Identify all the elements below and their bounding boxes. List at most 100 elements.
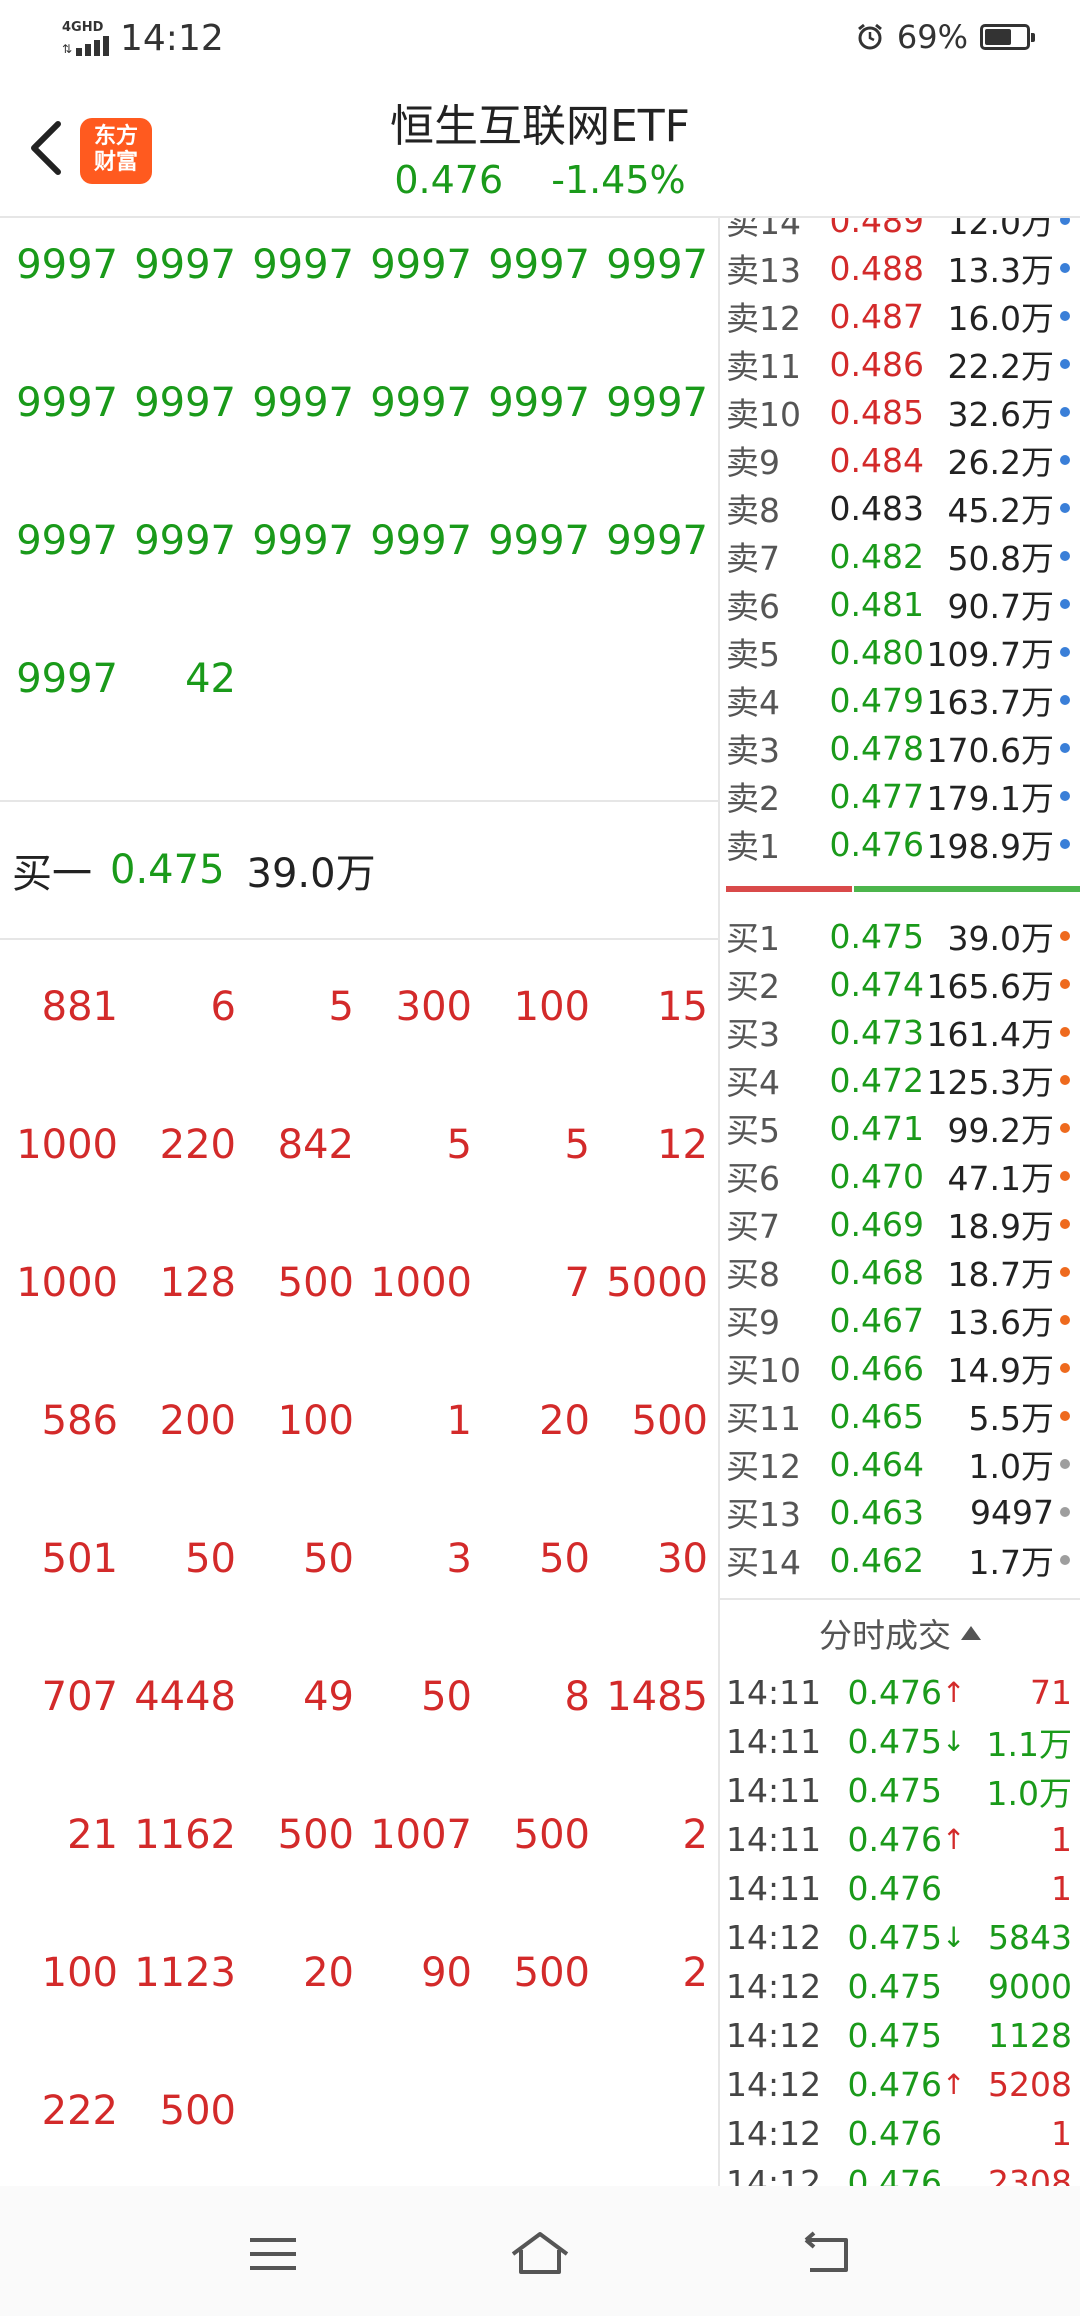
bid-level-row[interactable]: 买4 0.472 125.3万 — [720, 1056, 1080, 1104]
status-right: 69% — [855, 18, 1035, 56]
bid-level-price: 0.473 — [829, 1012, 924, 1052]
ask-level-row[interactable]: 卖14 0.489 12.0万 — [720, 218, 1080, 244]
dot-icon — [1060, 503, 1070, 513]
ask-level-volume: 32.6万 — [947, 395, 1054, 434]
tick-time: 14:12 — [726, 2163, 822, 2186]
trade-queue-panel[interactable]: 9997 9997 9997 9997 9997 9997 9997 9997 9997 9997… — [0, 218, 720, 2186]
tick-price: 0.476 — [847, 1820, 942, 1859]
ask-level-price: 0.483 — [829, 488, 924, 528]
queue-cell: 1000 — [16, 1122, 118, 1168]
queue-cell: 9997 — [370, 242, 472, 288]
dot-icon — [1060, 1171, 1070, 1181]
queue-row: 21 1162 500 1007 500 2 — [0, 1766, 718, 1904]
network-type: 4GHD — [62, 19, 104, 35]
queue-cell: 5 — [328, 984, 354, 1030]
queue-row: 586 200 100 1 20 500 — [0, 1352, 718, 1490]
ask-level-row[interactable]: 卖8 0.483 45.2万 — [720, 484, 1080, 532]
dot-icon — [1060, 407, 1070, 417]
bid-level-row[interactable]: 买2 0.474 165.6万 — [720, 960, 1080, 1008]
queue-cell: 21 — [67, 1812, 118, 1858]
ask-level-row[interactable]: 卖2 0.477 179.1万 — [720, 772, 1080, 820]
best-bid-volume: 39.0万 — [246, 851, 376, 897]
bid-level-price: 0.471 — [829, 1108, 924, 1148]
queue-cell: 9997 — [16, 518, 118, 564]
dot-icon — [1060, 1315, 1070, 1325]
triangle-up-icon — [961, 1626, 981, 1640]
bid-level-price: 0.470 — [829, 1156, 924, 1196]
bid-level-row[interactable]: 买1 0.475 39.0万 — [720, 912, 1080, 960]
dot-icon — [1060, 931, 1070, 941]
bid-level-volume: 14.9万 — [947, 1351, 1054, 1390]
bid-level-row[interactable]: 买10 0.466 14.9万 — [720, 1344, 1080, 1392]
order-book-panel[interactable]: 卖14 0.489 12.0万 卖13 0.488 13.3万 卖12 0.487 16.0万卖… — [720, 218, 1080, 2186]
menu-button[interactable] — [238, 2224, 308, 2284]
bid-level-row[interactable]: 买13 0.463 9497 — [720, 1488, 1080, 1536]
queue-cell: 501 — [41, 1536, 118, 1582]
ask-level-row[interactable]: 卖5 0.480 109.7万 — [720, 628, 1080, 676]
dot-icon — [1060, 218, 1070, 225]
ask-level-label: 卖4 — [726, 683, 780, 722]
bid-level-row[interactable]: 买12 0.464 1.0万 — [720, 1440, 1080, 1488]
tick-price: 0.475 — [847, 1967, 942, 2006]
ask-levels: 卖14 0.489 12.0万 卖13 0.488 13.3万 卖12 0.487 16.0万卖… — [720, 218, 1080, 868]
bid-level-volume: 125.3万 — [926, 1063, 1054, 1102]
bid-level-row[interactable]: 买6 0.470 47.1万 — [720, 1152, 1080, 1200]
bid-level-row[interactable]: 买7 0.469 18.9万 — [720, 1200, 1080, 1248]
ask-level-price: 0.480 — [829, 632, 924, 672]
queue-cell: 222 — [41, 2088, 118, 2134]
queue-cell: 500 — [277, 1812, 354, 1858]
tick-price: 0.475 — [847, 1722, 942, 1761]
tick-trades-header[interactable]: 分时成交 — [720, 1598, 1080, 1666]
tick-volume: 1.0万 — [986, 1773, 1072, 1813]
bid-level-row[interactable]: 买14 0.462 1.7万 — [720, 1536, 1080, 1584]
tick-price: 0.476 — [847, 1673, 942, 1712]
ask-level-price: 0.488 — [829, 248, 924, 288]
ask-level-row[interactable]: 卖11 0.486 22.2万 — [720, 340, 1080, 388]
ask-level-row[interactable]: 卖7 0.482 50.8万 — [720, 532, 1080, 580]
dot-icon — [1060, 743, 1070, 753]
back-nav-button[interactable] — [790, 2224, 860, 2284]
ask-level-row[interactable]: 卖3 0.478 170.6万 — [720, 724, 1080, 772]
ask-level-volume: 170.6万 — [926, 731, 1054, 770]
ask-level-row[interactable]: 卖10 0.485 32.6万 — [720, 388, 1080, 436]
queue-cell: 8 — [564, 1674, 590, 1720]
ask-level-row[interactable]: 卖6 0.481 90.7万 — [720, 580, 1080, 628]
bid-level-label: 买11 — [726, 1399, 801, 1438]
bid-level-price: 0.463 — [829, 1492, 924, 1532]
ask-level-volume: 12.0万 — [947, 218, 1054, 242]
bid-level-volume: 165.6万 — [926, 967, 1054, 1006]
ask-level-price: 0.484 — [829, 440, 924, 480]
ask-level-label: 卖10 — [726, 395, 801, 434]
bid-level-row[interactable]: 买9 0.467 13.6万 — [720, 1296, 1080, 1344]
ask-level-row[interactable]: 卖1 0.476 198.9万 — [720, 820, 1080, 868]
ask-level-row[interactable]: 卖4 0.479 163.7万 — [720, 676, 1080, 724]
ask-level-price: 0.486 — [829, 344, 924, 384]
ask-level-volume: 16.0万 — [947, 299, 1054, 338]
tick-trades-list: 14:11 0.476 ↑ 71 14:11 0.475 ↓ 1.1万 14:11 0.475 1.… — [720, 1668, 1080, 2186]
menu-icon — [250, 2238, 296, 2270]
queue-cell: 7 — [564, 1260, 590, 1306]
bid-level-row[interactable]: 买11 0.465 5.5万 — [720, 1392, 1080, 1440]
queue-row: 9997 9997 9997 9997 9997 9997 — [0, 472, 718, 610]
queue-cell: 15 — [657, 984, 708, 1030]
queue-cell: 5000 — [606, 1260, 708, 1306]
ask-level-row[interactable]: 卖12 0.487 16.0万 — [720, 292, 1080, 340]
bid-level-row[interactable]: 买8 0.468 18.7万 — [720, 1248, 1080, 1296]
tick-row: 14:12 0.476 ↑ 5208 — [720, 2060, 1080, 2109]
queue-cell: 1123 — [134, 1950, 236, 1996]
queue-cell: 50 — [185, 1536, 236, 1582]
tick-price: 0.475 — [847, 1771, 942, 1810]
bid-level-row[interactable]: 买5 0.471 99.2万 — [720, 1104, 1080, 1152]
home-icon — [511, 2232, 569, 2274]
home-button[interactable] — [505, 2224, 575, 2284]
ask-level-row[interactable]: 卖13 0.488 13.3万 — [720, 244, 1080, 292]
bid-level-price: 0.472 — [829, 1060, 924, 1100]
dot-icon — [1060, 359, 1070, 369]
ask-level-row[interactable]: 卖9 0.484 26.2万 — [720, 436, 1080, 484]
bid-level-price: 0.464 — [829, 1444, 924, 1484]
bid-level-label: 买12 — [726, 1447, 801, 1486]
signal-icon: 4GHD ⇅ — [62, 19, 110, 56]
queue-cell: 1000 — [370, 1260, 472, 1306]
book-divider — [726, 886, 1080, 892]
bid-level-row[interactable]: 买3 0.473 161.4万 — [720, 1008, 1080, 1056]
